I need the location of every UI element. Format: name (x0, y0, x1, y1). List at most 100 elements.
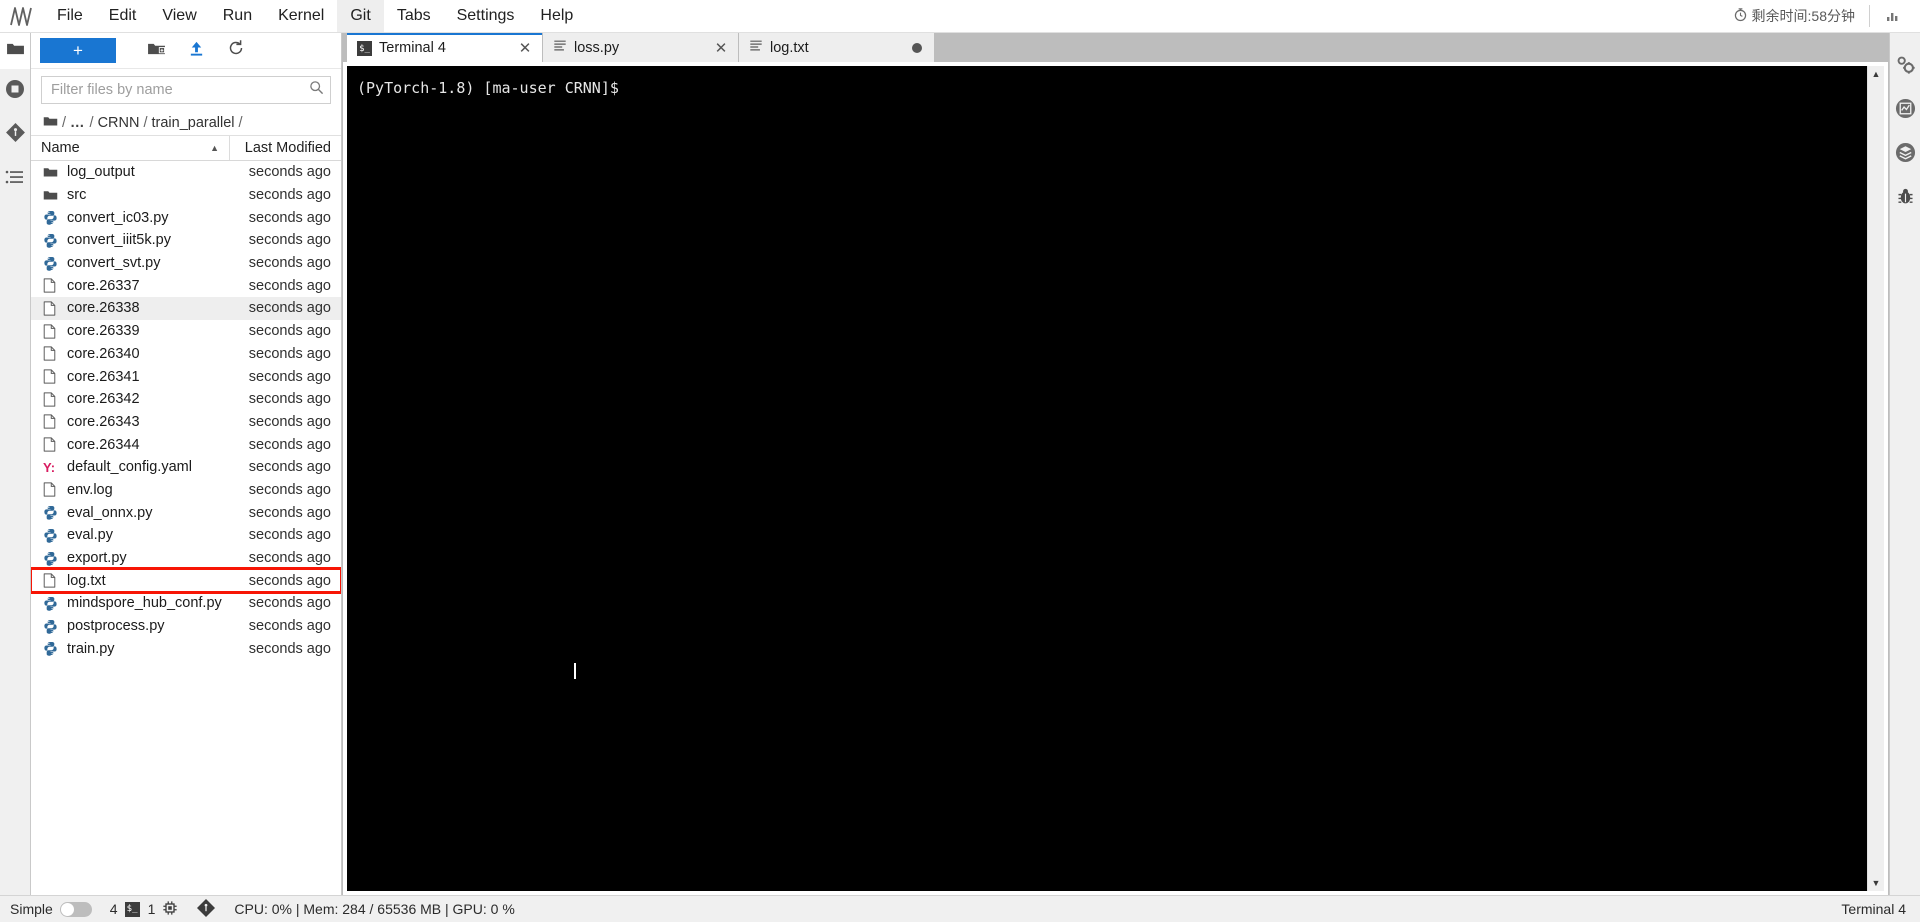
file-list-item[interactable]: core.26342 seconds ago (31, 388, 341, 411)
menu-edit[interactable]: Edit (96, 0, 150, 32)
column-header-name[interactable]: Name ▲ (41, 140, 229, 156)
file-last-modified: seconds ago (248, 368, 331, 385)
sidebar-item-git-panel[interactable] (0, 113, 31, 157)
terminal-scrollbar[interactable]: ▲ ▼ (1867, 66, 1884, 891)
filter-files-field[interactable] (41, 76, 331, 104)
tab-bar: $_ Terminal 4 ✕ loss.py ✕ log.txt (342, 33, 1889, 62)
file-list-item[interactable]: eval.py seconds ago (31, 524, 341, 547)
file-last-modified: seconds ago (248, 527, 331, 544)
file-list-item[interactable]: log_output seconds ago (31, 161, 341, 184)
file-name: log_output (67, 164, 135, 181)
python-icon (43, 619, 67, 634)
file-list-item[interactable]: env.log seconds ago (31, 479, 341, 502)
file-last-modified: seconds ago (248, 595, 331, 612)
file-list-item[interactable]: core.26341 seconds ago (31, 365, 341, 388)
new-launcher-button[interactable]: + (40, 38, 116, 63)
file-name: train.py (67, 640, 115, 657)
sidebar-item-table-of-contents[interactable] (0, 157, 31, 201)
column-header-last-modified[interactable]: Last Modified (229, 136, 341, 160)
menu-help[interactable]: Help (527, 0, 586, 32)
menu-settings[interactable]: Settings (444, 0, 528, 32)
new-folder-icon (147, 41, 166, 61)
file-list-item[interactable]: export.py seconds ago (31, 547, 341, 570)
breadcrumb-separator-2: / (143, 114, 148, 131)
folder-icon[interactable] (43, 115, 58, 131)
file-list-item[interactable]: core.26338 seconds ago (31, 297, 341, 320)
new-folder-button[interactable] (136, 37, 176, 65)
file-list-header: Name ▲ Last Modified (31, 135, 341, 161)
terminal-count-indicator[interactable]: 4 $_ (110, 901, 140, 917)
file-list-item[interactable]: train.py seconds ago (31, 637, 341, 660)
breadcrumb[interactable]: / … / CRNN / train_parallel / (31, 110, 341, 135)
file-name: core.26343 (67, 413, 140, 430)
file-list-item[interactable]: log.txt seconds ago (31, 567, 341, 595)
tab-terminal-4[interactable]: $_ Terminal 4 ✕ (347, 33, 543, 62)
upload-files-button[interactable] (176, 37, 216, 65)
terminal-cursor (574, 663, 576, 679)
sidebar-item-extension-manager[interactable] (1890, 133, 1920, 177)
file-last-modified: seconds ago (248, 391, 331, 408)
sidebar-item-file-browser[interactable] (0, 33, 30, 69)
simple-mode-control[interactable]: Simple (10, 901, 92, 917)
file-list-item[interactable]: mindspore_hub_conf.py seconds ago (31, 592, 341, 615)
menu-tabs[interactable]: Tabs (384, 0, 444, 32)
terminal-output[interactable]: (PyTorch-1.8) [ma-user CRNN]$ (347, 66, 1867, 891)
file-icon (43, 392, 67, 407)
jupyterlab-logo-icon[interactable] (0, 5, 44, 27)
file-name: core.26337 (67, 277, 140, 294)
python-icon (43, 641, 67, 656)
triangle-down-icon[interactable]: ▼ (1872, 875, 1881, 891)
menu-file[interactable]: File (44, 0, 96, 32)
menu-run[interactable]: Run (210, 0, 265, 32)
search-input[interactable] (51, 82, 309, 98)
file-name: env.log (67, 481, 113, 498)
tab-log-txt[interactable]: log.txt (739, 33, 935, 62)
file-list-item[interactable]: core.26344 seconds ago (31, 433, 341, 456)
tab-loss-py[interactable]: loss.py ✕ (543, 33, 739, 62)
file-list-item[interactable]: core.26343 seconds ago (31, 411, 341, 434)
breadcrumb-item-crnn[interactable]: CRNN (98, 115, 140, 131)
file-last-modified: seconds ago (248, 618, 331, 635)
close-icon[interactable]: ✕ (712, 39, 730, 57)
menu-view[interactable]: View (149, 0, 209, 32)
kernel-count-indicator[interactable]: 1 (148, 900, 179, 919)
breadcrumb-item-train-parallel[interactable]: train_parallel (151, 115, 234, 131)
file-list-item[interactable]: core.26340 seconds ago (31, 343, 341, 366)
file-last-modified: seconds ago (248, 232, 331, 249)
chart-monitor-icon (1895, 98, 1916, 124)
file-list-item[interactable]: eval_onnx.py seconds ago (31, 501, 341, 524)
file-browser-panel: + Filter files by name / … / CRNN / trai… (31, 33, 342, 895)
text-file-icon (749, 39, 763, 57)
simple-mode-toggle[interactable] (59, 901, 92, 917)
refresh-file-list-button[interactable] (216, 37, 256, 65)
file-name: core.26339 (67, 323, 140, 340)
file-icon (43, 278, 67, 293)
breadcrumb-ellipsis[interactable]: … (70, 115, 86, 131)
file-list-item[interactable]: convert_svt.py seconds ago (31, 252, 341, 275)
file-list-item[interactable]: Y: default_config.yaml seconds ago (31, 456, 341, 479)
triangle-up-icon[interactable]: ▲ (1872, 66, 1881, 82)
resource-usage-text: CPU: 0% | Mem: 284 / 65536 MB | GPU: 0 % (234, 901, 515, 917)
signal-bars-icon[interactable] (1870, 10, 1916, 22)
search-icon (309, 80, 324, 100)
file-list-item[interactable]: convert_iiit5k.py seconds ago (31, 229, 341, 252)
file-icon (43, 301, 67, 316)
file-list-item[interactable]: convert_ic03.py seconds ago (31, 206, 341, 229)
sidebar-item-property-inspector[interactable] (1890, 45, 1920, 89)
sidebar-item-running-sessions[interactable] (0, 69, 31, 113)
close-icon[interactable]: ✕ (516, 39, 534, 57)
git-status-indicator[interactable] (196, 898, 216, 921)
menu-kernel[interactable]: Kernel (265, 0, 337, 32)
file-browser-toolbar: + (31, 33, 341, 69)
file-list-item[interactable]: postprocess.py seconds ago (31, 615, 341, 638)
unsaved-changes-indicator[interactable] (912, 42, 922, 53)
folder-icon (43, 189, 67, 201)
python-icon (43, 256, 67, 271)
file-name: export.py (67, 550, 127, 567)
menu-git[interactable]: Git (337, 0, 384, 32)
file-list-item[interactable]: core.26337 seconds ago (31, 274, 341, 297)
file-list-item[interactable]: core.26339 seconds ago (31, 320, 341, 343)
sidebar-item-debugger[interactable] (1890, 177, 1920, 221)
sidebar-item-system-monitor[interactable] (1890, 89, 1920, 133)
file-list-item[interactable]: src seconds ago (31, 184, 341, 207)
